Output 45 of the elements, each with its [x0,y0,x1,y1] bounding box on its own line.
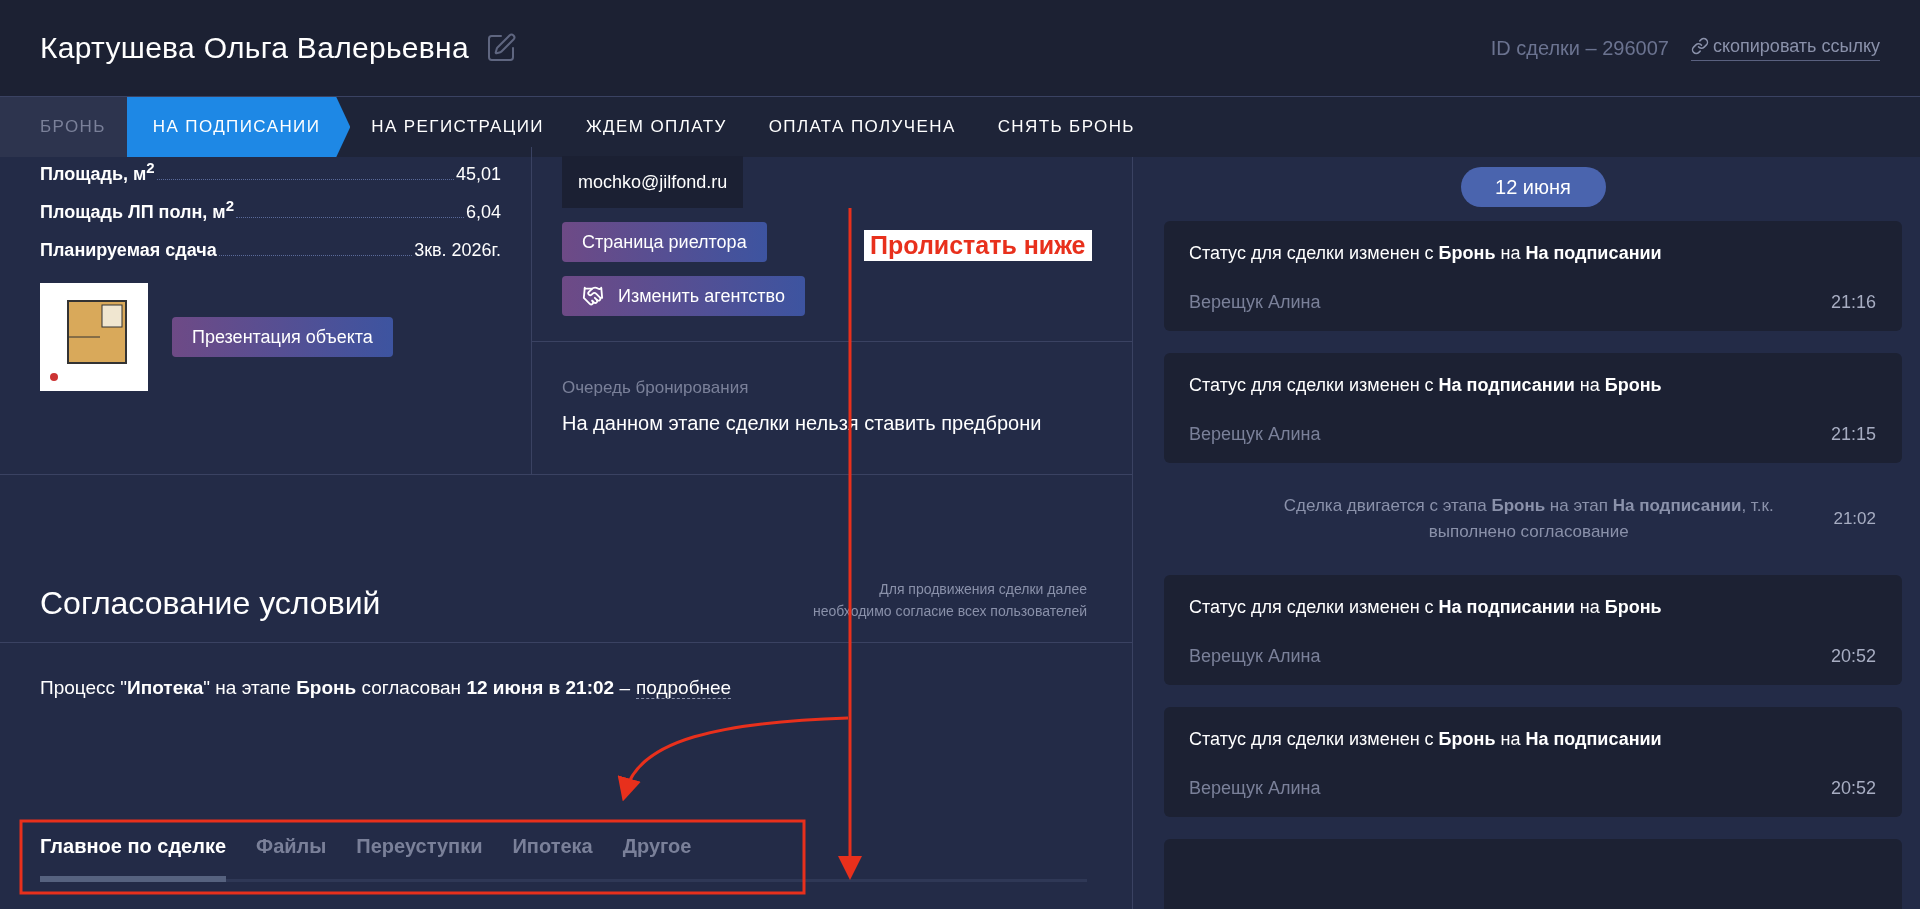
property-label: Площадь, м$^{2}$ [40,159,155,185]
message-time: 21:15 [1830,424,1876,445]
client-name: Картушева Ольга Валерьевна [40,31,469,65]
deal-id: ID сделки – 296007 [1490,36,1669,60]
deal-tab[interactable]: Ипотека [512,835,593,882]
stage-tab[interactable]: ЖДЕМ ОПЛАТУ [565,97,748,157]
section-title: Согласование условий [40,585,381,622]
stage-tab[interactable]: НА РЕГИСТРАЦИИ [350,97,565,157]
date-pill: 12 июня [1460,167,1606,207]
message-time: 20:52 [1830,778,1876,799]
message-text: Статус для сделки изменен с На подписании на Бронь [1189,597,1663,618]
change-agency-button[interactable]: Изменить агентство [562,276,805,316]
deal-tab[interactable]: Файлы [256,835,327,882]
message-author: Верещук Алина [1189,292,1321,313]
presentation-button[interactable]: Презентация объекта [172,317,393,357]
message-author: Верещук Алина [1189,424,1321,445]
message-time: 20:52 [1830,646,1876,667]
message-author: Верещук Алина [1189,646,1321,667]
message-text: Статус для сделки изменен с Бронь на На подписании [1189,243,1663,264]
message-time: 21:02 [1833,509,1876,529]
message-time: 21:16 [1830,292,1876,313]
copy-link[interactable]: скопировать ссылку [1690,35,1880,61]
deal-tab[interactable]: Другое [622,835,692,882]
property-value: 3кв. 2026г. [414,240,501,261]
annotation-label: Пролистать ниже [864,230,1092,261]
approval-text: Процесс "Ипотека" на этапе Бронь согласован 12 июня в 21:02 – подробнее [39,676,733,701]
property-label: Площадь ЛП полн, м$^{2}$ [40,197,234,223]
details-link[interactable]: подробнее [635,677,732,699]
message-text: Статус для сделки изменен с На подписании на Бронь [1189,375,1663,396]
property-value: 6,04 [465,202,501,223]
stage-tab[interactable]: ОПЛАТА ПОЛУЧЕНА [747,97,977,157]
message-text: Статус для сделки изменен с Бронь на На подписании [1189,729,1663,750]
handshake-icon [582,285,604,307]
link-icon [1690,37,1709,55]
realtor-page-button[interactable]: Страница риелтора [562,222,767,262]
deal-tab[interactable]: Главное по сделке [40,835,227,882]
stage-tab[interactable]: СНЯТЬ БРОНЬ [976,97,1156,157]
queue-label: Очередь бронирования [562,378,750,398]
email-field: mochko@jilfond.ru [562,156,744,208]
message-author: Верещук Алина [1189,778,1321,799]
stage-tab[interactable]: НА ПОДПИСАНИИ [126,97,351,157]
deal-tab[interactable]: Переуступки [356,835,483,882]
property-value: 45,01 [455,164,501,185]
property-label: Планируемая сдача [40,240,217,261]
system-message: Сделка двигается с этапа Бронь на этап На подписании, т.к. выполнено согласование [1282,495,1775,543]
